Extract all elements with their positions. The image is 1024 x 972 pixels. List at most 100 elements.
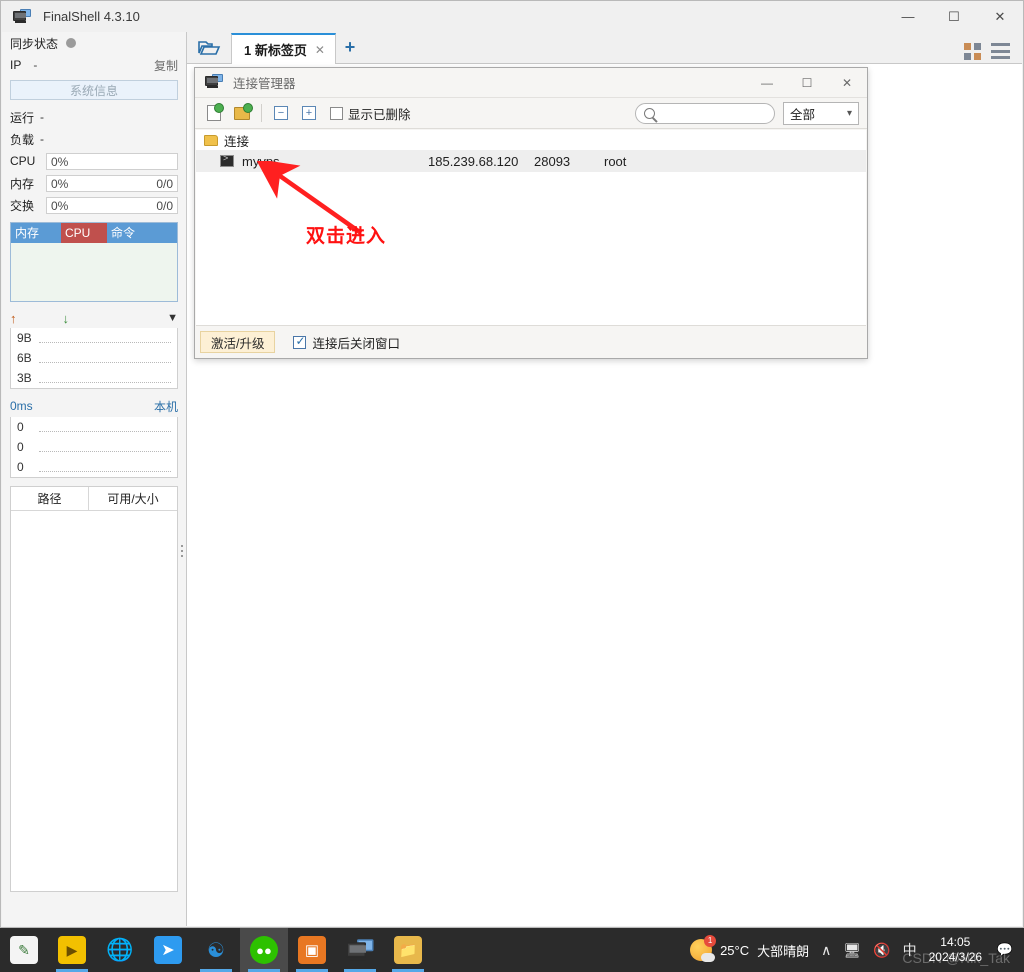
cpu-meter-row: CPU 0%: [2, 150, 186, 172]
filter-select[interactable]: 全部 ▾: [783, 102, 859, 125]
close-button[interactable]: ✕: [977, 1, 1023, 32]
dialog-maximize-button[interactable]: ☐: [787, 68, 827, 98]
sync-status-row: 同步状态: [2, 32, 186, 54]
dialog-window-controls: — ☐ ✕: [747, 68, 867, 98]
taskbar-item-qq[interactable]: ☯: [192, 928, 240, 972]
maximize-button[interactable]: ☐: [931, 1, 977, 32]
menu-icon[interactable]: [991, 43, 1010, 59]
ping-header: 0ms 本机: [2, 395, 186, 417]
ping-graph-row: 0: [11, 417, 177, 437]
process-table: 内存 CPU 命令: [10, 222, 178, 302]
ping-y-label-2: 0: [11, 440, 39, 454]
checkbox-box: [330, 107, 343, 120]
ime-indicator[interactable]: 中: [903, 940, 917, 960]
close-after-connect-checkbox[interactable]: 连接后关闭窗口: [293, 333, 400, 352]
gridline: [39, 462, 171, 472]
network-y-label-1: 9B: [11, 331, 39, 345]
memory-meter: 0% 0/0: [46, 175, 178, 192]
gridline: [39, 442, 171, 452]
filter-select-value: 全部: [790, 104, 815, 123]
tray-expand-icon[interactable]: ∧: [821, 942, 831, 959]
caret-down-icon[interactable]: ▼: [167, 312, 178, 324]
notification-icon[interactable]: 💬: [994, 939, 1016, 961]
new-folder-icon[interactable]: [231, 103, 253, 123]
disk-path-table-header: 路径 可用/大小: [11, 487, 177, 511]
copy-link[interactable]: 复制: [154, 57, 178, 74]
windows-taskbar: ✎ ▶ 🌐 ➤ ☯ ●● ▣ 📁: [0, 928, 1024, 972]
volume-muted-icon[interactable]: 🔇: [873, 942, 890, 959]
cpu-meter-value: 0%: [51, 155, 68, 169]
taskbar-item-browser[interactable]: 🌐: [96, 928, 144, 972]
system-info-button[interactable]: 系统信息: [10, 80, 178, 100]
tabbar-right-icons: [964, 43, 1022, 63]
dialog-minimize-button[interactable]: —: [747, 68, 787, 98]
load-label: 负载: [10, 131, 34, 148]
dialog-close-button[interactable]: ✕: [827, 68, 867, 98]
weather-widget[interactable]: 1 25°C 大部晴朗: [690, 939, 809, 961]
network-graph: 9B 6B 3B: [10, 328, 178, 389]
taskbar-item-explorer[interactable]: 📁: [384, 928, 432, 972]
search-input[interactable]: [660, 105, 766, 121]
activate-upgrade-button[interactable]: 激活/升级: [200, 331, 275, 353]
connection-group-row[interactable]: 连接: [196, 130, 866, 150]
swap-meter-right: 0/0: [156, 199, 173, 213]
connection-name: myvps: [242, 154, 428, 169]
disk-col-path[interactable]: 路径: [11, 487, 89, 510]
new-connection-icon[interactable]: [203, 103, 225, 123]
ping-graph-row: 0: [11, 437, 177, 457]
clock-date: 2024/3/26: [929, 950, 982, 965]
show-deleted-checkbox[interactable]: 显示已删除: [330, 104, 411, 123]
taskbar-item-notepad[interactable]: ✎: [0, 928, 48, 972]
sidebar-resize-grip[interactable]: [179, 540, 184, 562]
close-icon[interactable]: ✕: [315, 43, 325, 57]
ip-row: IP - 复制: [2, 54, 186, 76]
open-folder-icon[interactable]: [187, 32, 231, 63]
process-col-memory[interactable]: 内存: [11, 223, 61, 243]
connection-group-label: 连接: [224, 131, 249, 150]
search-icon: [644, 108, 655, 119]
gridline: [39, 422, 171, 432]
tab-label: 1 新标签页: [244, 40, 307, 59]
cpu-meter: 0%: [46, 153, 178, 170]
search-field[interactable]: [635, 103, 775, 124]
disk-col-available[interactable]: 可用/大小: [89, 487, 177, 510]
swap-meter-row: 交换 0% 0/0: [2, 194, 186, 216]
minimize-button[interactable]: —: [885, 1, 931, 32]
ping-graph: 0 0 0: [10, 417, 178, 478]
swap-meter-label: 交换: [10, 197, 40, 214]
network-graph-header: ↑ ↓ ▼: [2, 308, 186, 328]
taskbar-item-vmware[interactable]: ▣: [288, 928, 336, 972]
new-tab-button[interactable]: +: [336, 32, 364, 63]
notepad-icon: ✎: [10, 936, 38, 964]
tab-new-page[interactable]: 1 新标签页 ✕: [231, 33, 336, 64]
globe-icon: 🌐: [106, 936, 134, 964]
memory-meter-value: 0%: [51, 177, 68, 191]
network-icon[interactable]: 🖥: [843, 942, 861, 959]
finalshell-icon: [346, 936, 374, 964]
taskbar-item-wechat[interactable]: ●●: [240, 928, 288, 972]
taskbar-item-media-player[interactable]: ▶: [48, 928, 96, 972]
taskbar-item-foxmail[interactable]: ➤: [144, 928, 192, 972]
wechat-icon: ●●: [250, 936, 278, 964]
terminal-icon: [220, 155, 234, 167]
ping-host[interactable]: 本机: [154, 398, 178, 415]
dialog-search-area: 全部 ▾: [635, 102, 859, 125]
dialog-toolbar: − + 显示已删除 全部 ▾: [195, 98, 867, 129]
toolbar-separator: [261, 104, 262, 122]
process-col-cpu[interactable]: CPU: [61, 223, 107, 243]
foxmail-icon: ➤: [154, 936, 182, 964]
window-titlebar: FinalShell 4.3.10 — ☐ ✕: [1, 1, 1023, 32]
grid-view-icon[interactable]: [964, 43, 981, 59]
memory-meter-right: 0/0: [156, 177, 173, 191]
expand-all-icon[interactable]: +: [298, 103, 320, 123]
left-sidebar: 同步状态 IP - 复制 系统信息 运行 - 负载 - CPU 0% 内存: [2, 32, 187, 926]
network-graph-row: 6B: [11, 348, 177, 368]
process-col-command[interactable]: 命令: [107, 223, 177, 243]
arrow-down-icon: ↓: [63, 311, 70, 326]
taskbar-clock[interactable]: 14:05 2024/3/26: [929, 935, 982, 965]
connection-row[interactable]: myvps 185.239.68.120 28093 root: [196, 150, 866, 172]
app-logo-icon: [13, 9, 31, 25]
taskbar-item-finalshell[interactable]: [336, 928, 384, 972]
network-y-label-2: 6B: [11, 351, 39, 365]
collapse-all-icon[interactable]: −: [270, 103, 292, 123]
